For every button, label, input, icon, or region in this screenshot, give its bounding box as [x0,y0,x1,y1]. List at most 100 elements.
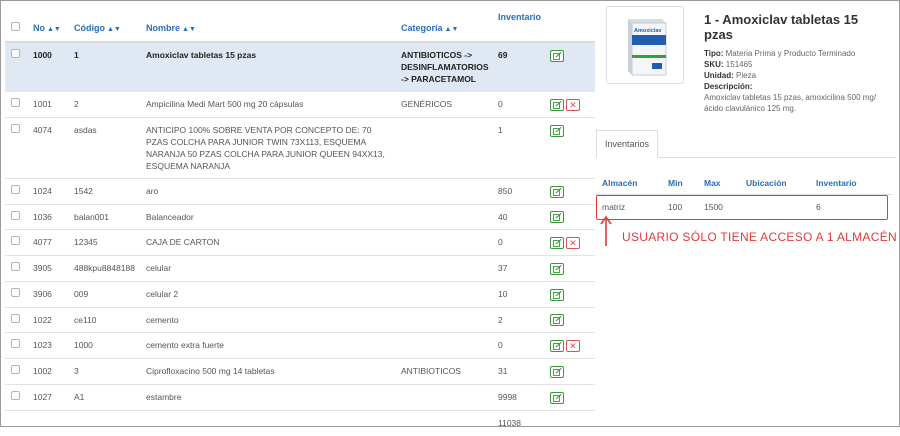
row-actions: ✕ [546,91,595,118]
table-row[interactable]: 1000 1 Amoxiclav tabletas 15 pzas ANTIBIOTI… [5,41,595,92]
cell-no: 4074 [29,116,70,179]
svg-text:Amoxiclav: Amoxiclav [634,28,662,34]
edit-icon[interactable] [550,314,564,327]
cell-nombre: cemento extra fuerte [142,332,397,359]
cell-no: 1022 [29,306,70,333]
cell-categoria [397,255,494,282]
row-checkbox[interactable] [5,280,29,307]
delete-icon[interactable]: ✕ [566,98,580,111]
cell-codigo: 3 [70,358,142,385]
cell-categoria [397,306,494,333]
row-actions [546,306,595,333]
cell-categoria [397,383,494,410]
cell-inventario: 0 [494,332,546,359]
cell-categoria [397,332,494,359]
sort-icon: ▲▼ [444,26,459,33]
row-checkbox[interactable] [5,229,29,256]
tab-inventarios[interactable]: Inventarios [596,130,659,158]
table-row[interactable]: 3906 009 celular 2 10 [5,280,595,307]
cell-codigo: 12345 [70,229,142,256]
sort-icon: ▲▼ [182,26,196,33]
table-header-row: No ▲▼ Código ▲▼ Nombre ▲▼ Categoría ▲▼ Inven… [5,6,595,43]
column-no[interactable]: No ▲▼ [29,6,70,43]
cell-nombre: Ampicilina Medi Mart 500 mg 20 cápsulas [142,91,397,118]
medicine-box-image: Amoxiclav [628,19,667,76]
cell-inventario: 10 [494,280,546,307]
cell-codigo: 009 [70,280,142,307]
cell-no: 1036 [29,203,70,230]
cell-nombre: ANTICIPO 100% SOBRE VENTA POR CONCEPTO D… [142,116,397,179]
cell-no: 3906 [29,280,70,307]
table-row[interactable]: 1001 2 Ampicilina Medi Mart 500 mg 20 cáps… [5,91,595,118]
total-inventario: 11038 [494,409,546,436]
table-row[interactable]: 1027 A1 estambre 9998 [5,383,595,410]
table-row[interactable]: 1002 3 Ciprofloxacino 500 mg 14 tabletas AN… [5,358,595,385]
table-row[interactable]: 1036 balan001 Balanceador 40 [5,203,595,230]
edit-icon[interactable] [550,391,564,404]
edit-icon[interactable] [550,365,564,378]
column-inventario[interactable]: Inventario [494,6,546,43]
column-actions [546,6,595,43]
table-row[interactable]: 1024 1542 aro 850 [5,177,595,204]
row-checkbox[interactable] [5,116,29,179]
edit-icon[interactable] [550,340,564,352]
row-checkbox[interactable] [5,306,29,333]
row-actions: ✕ [546,332,595,359]
cell-nombre: estambre [142,383,397,410]
cell-no: 1000 [29,41,70,92]
product-unidad: Pieza [736,71,757,80]
table-row[interactable]: 4074 asdas ANTICIPO 100% SOBRE VENTA POR C… [5,116,595,179]
edit-icon[interactable] [550,262,564,275]
cell-nombre: celular 2 [142,280,397,307]
edit-icon[interactable] [550,49,564,62]
row-actions [546,203,595,230]
edit-icon[interactable] [550,211,564,224]
edit-icon[interactable] [550,288,564,301]
row-checkbox[interactable] [5,41,29,92]
row-checkbox[interactable] [5,383,29,410]
cell-no: 1002 [29,358,70,385]
table-row[interactable]: 1023 1000 cemento extra fuerte 0 ✕ [5,332,595,359]
delete-icon[interactable]: ✕ [566,340,580,352]
table-row[interactable]: 3905 488kpu8848188 celular 37 [5,255,595,282]
cell-codigo: 1542 [70,177,142,204]
cell-categoria [397,280,494,307]
table-row[interactable]: 1022 ce110 cemento 2 [5,306,595,333]
product-image: Amoxiclav [606,6,684,84]
row-checkbox[interactable] [5,177,29,204]
row-actions [546,116,595,179]
cell-inventario: 40 [494,203,546,230]
row-checkbox[interactable] [5,91,29,118]
column-categoria[interactable]: Categoría ▲▼ [397,6,494,43]
row-checkbox[interactable] [5,255,29,282]
edit-icon[interactable] [550,124,564,137]
edit-icon[interactable] [550,237,564,249]
column-codigo[interactable]: Código ▲▼ [70,6,142,43]
inv-column-inventario: Inventario [810,172,892,195]
delete-icon[interactable]: ✕ [566,237,580,249]
cell-no: 3905 [29,255,70,282]
cell-codigo: ce110 [70,306,142,333]
products-table: No ▲▼ Código ▲▼ Nombre ▲▼ Categoría ▲▼ Inven… [5,6,595,436]
row-actions [546,177,595,204]
cell-nombre: Balanceador [142,203,397,230]
row-checkbox[interactable] [5,203,29,230]
annotation-text: USUARIO SÓLO TIENE ACCESO A 1 ALMACÉN [622,230,897,244]
edit-icon[interactable] [550,185,564,198]
cell-inventario: 31 [494,358,546,385]
cell-inventario: 850 [494,177,546,204]
cell-nombre: cemento [142,306,397,333]
select-all-checkbox[interactable] [5,6,29,43]
cell-categoria: ANTIBIOTICOS -> DESINFLAMATORIOS -> PARA… [397,41,494,92]
row-checkbox[interactable] [5,358,29,385]
product-sku: 151465 [725,60,753,69]
inv-column-almacen: Almacén [596,172,662,195]
table-row[interactable]: 4077 12345 CAJA DE CARTON 0 ✕ [5,229,595,256]
cell-codigo: 1000 [70,332,142,359]
edit-icon[interactable] [550,98,564,111]
annotation-arrow-icon [600,215,612,246]
sort-icon: ▲▼ [47,26,61,33]
cell-codigo: 2 [70,91,142,118]
row-checkbox[interactable] [5,332,29,359]
column-nombre[interactable]: Nombre ▲▼ [142,6,397,43]
